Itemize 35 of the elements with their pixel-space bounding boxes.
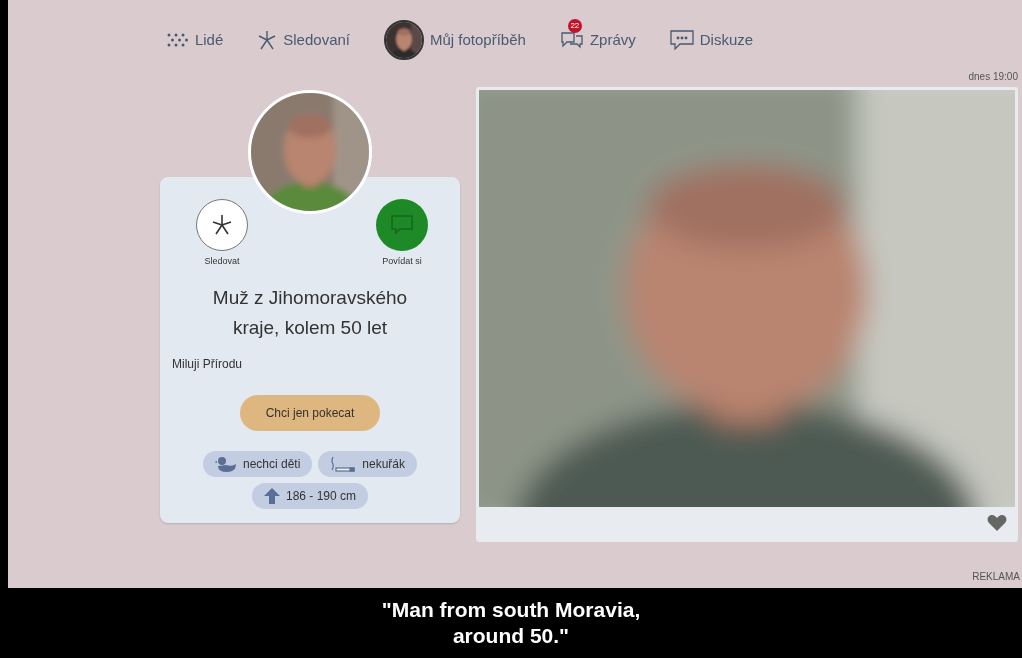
post-time: dnes 19:00 xyxy=(967,70,1018,84)
nav-label: Můj fotopříběh xyxy=(430,29,526,50)
tag-label: 186 - 190 cm xyxy=(285,488,356,506)
tag-label: nekuřák xyxy=(362,456,406,474)
action-label: Sledovat xyxy=(204,255,240,268)
nav-item[interactable]: Můj fotopříběh xyxy=(384,10,526,60)
arrow-up-icon xyxy=(263,488,280,505)
nav-item[interactable]: 22 Zprávy xyxy=(559,18,636,52)
nav-label: Zprávy xyxy=(589,29,636,50)
subtitle-line: "Man from south Moravia, xyxy=(381,596,641,623)
nav-item[interactable]: Lidé xyxy=(166,18,224,52)
nav-label: Sledovaní xyxy=(283,29,350,50)
nav-label: Lidé xyxy=(194,29,224,50)
chat-button[interactable] xyxy=(376,199,428,251)
heart-icon[interactable] xyxy=(987,514,1007,532)
follow-button[interactable] xyxy=(196,199,248,251)
profile-motto: Miluji Přírodu xyxy=(172,356,243,374)
chat-bubble-icon xyxy=(669,30,694,50)
ad-label: REKLAMA xyxy=(971,570,1021,584)
chat-bubbles-icon xyxy=(559,30,584,50)
cigarette-icon xyxy=(330,456,357,473)
notification-count: 22 xyxy=(567,18,582,33)
star-icon xyxy=(257,30,278,50)
duck-icon xyxy=(214,456,237,473)
subtitle-line: around 50." xyxy=(452,623,570,649)
chat-bubble-icon xyxy=(391,215,413,235)
nav-item[interactable]: Diskuze xyxy=(669,18,754,52)
intent-button[interactable]: Chci jen pokecat xyxy=(239,395,381,432)
action-label: Povídat si xyxy=(382,255,422,268)
dots-icon xyxy=(166,33,189,47)
tag-label: nechci děti xyxy=(242,456,301,474)
profile-title: Muž z Jihomoravského kraje, kolem 50 let xyxy=(211,285,409,340)
nav-label: Diskuze xyxy=(699,29,754,50)
star-icon xyxy=(211,214,233,236)
nav-item[interactable]: Sledovaní xyxy=(257,18,350,52)
